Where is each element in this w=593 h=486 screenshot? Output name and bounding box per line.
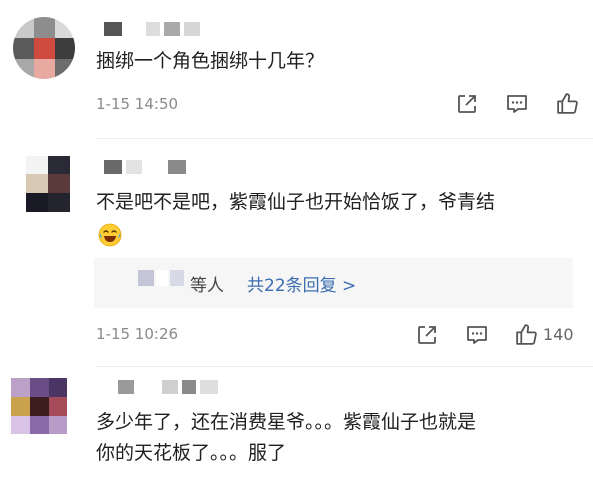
thumbs-up-icon[interactable]	[514, 322, 539, 347]
reply-username[interactable]	[138, 270, 186, 286]
divider	[96, 138, 593, 139]
comment-time: 1-15 14:50	[96, 95, 179, 113]
thumbs-up-icon[interactable]	[555, 91, 580, 116]
divider	[96, 366, 593, 367]
comment-icon[interactable]	[465, 323, 489, 347]
comment-icon[interactable]	[505, 92, 529, 116]
repost-icon[interactable]	[415, 323, 439, 347]
laughing-crying-emoji	[98, 223, 122, 247]
reply-suffix: 等人	[190, 276, 224, 296]
comment-text: 捆绑一个角色捆绑十几年？	[96, 50, 325, 72]
avatar[interactable]	[11, 378, 67, 434]
avatar[interactable]	[13, 17, 75, 79]
username[interactable]	[104, 22, 200, 36]
reply-preview[interactable]: 等人 共22条回复 >	[94, 258, 573, 308]
comment-text-line-1: 多少年了，还在消费星爷。。。紫霞仙子也就是	[96, 411, 477, 433]
like-count: 140	[543, 325, 574, 344]
view-replies-link[interactable]: 共22条回复 >	[247, 271, 356, 296]
repost-icon[interactable]	[455, 92, 479, 116]
comment-text: 不是吧不是吧，紫霞仙子也开始恰饭了，爷青结	[96, 191, 496, 213]
comment-text-line-2: 你的天花板了。。。服了	[96, 442, 287, 464]
username[interactable]	[104, 160, 186, 174]
comment-time: 1-15 10:26	[96, 325, 179, 343]
avatar[interactable]	[26, 156, 70, 212]
username[interactable]	[118, 380, 218, 394]
